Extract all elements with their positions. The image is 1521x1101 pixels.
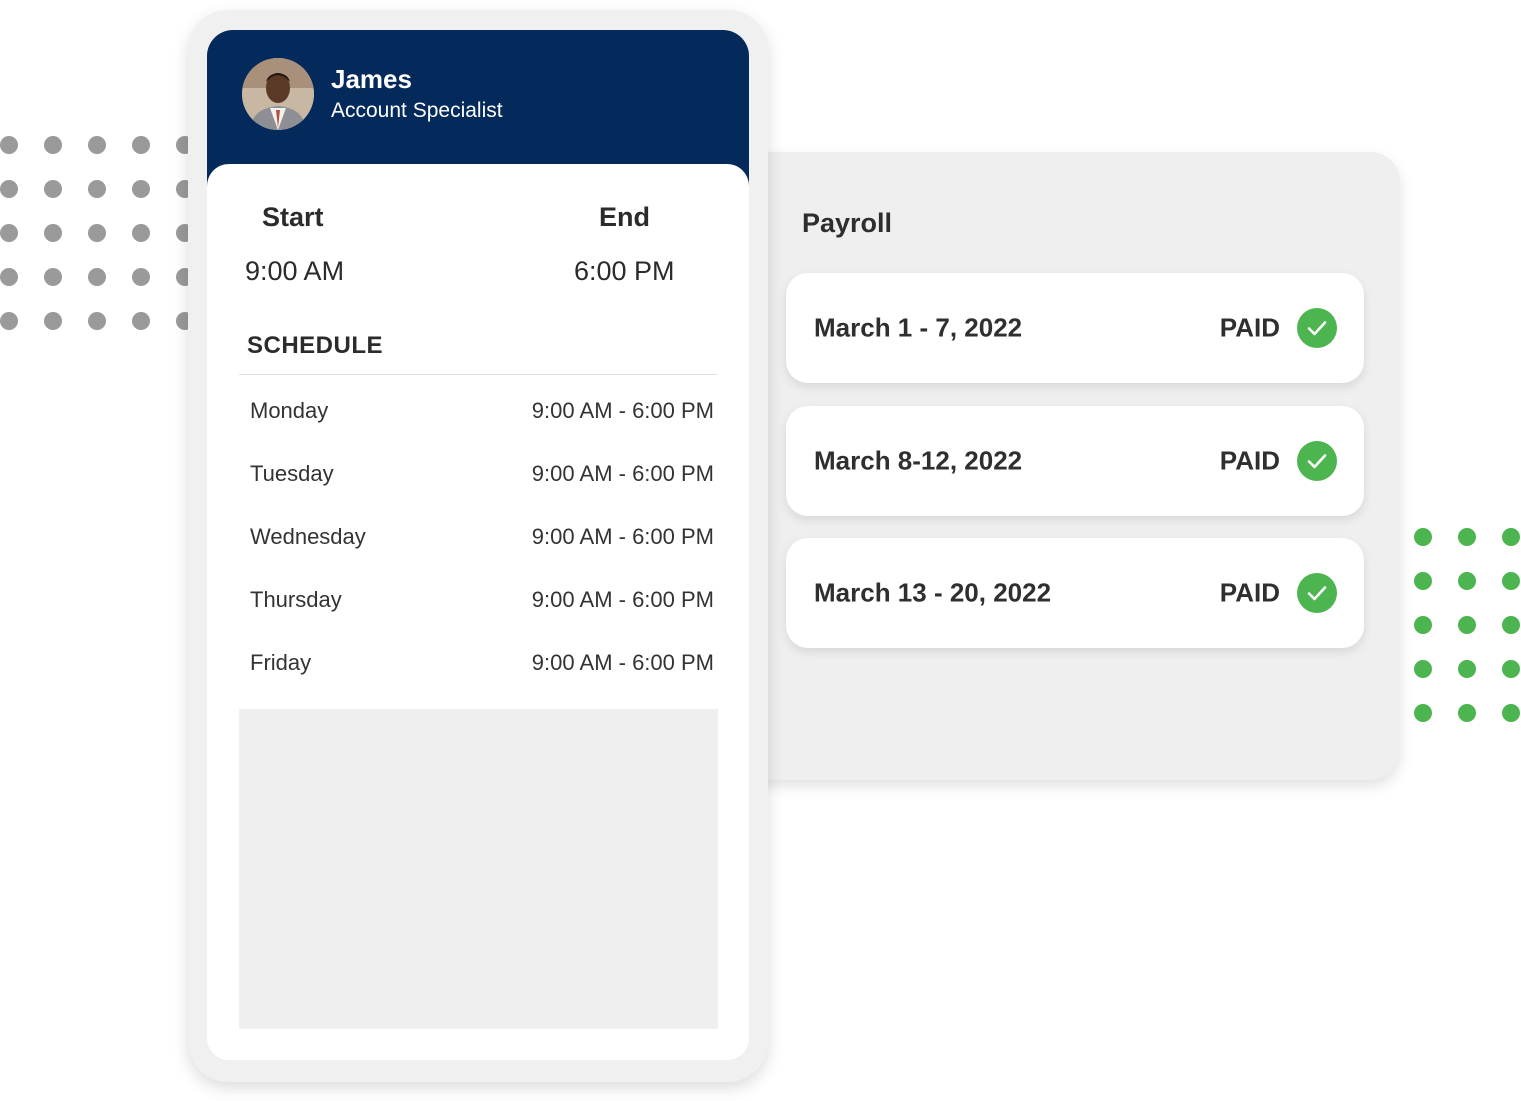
start-label: Start — [262, 202, 324, 232]
decorative-dot — [0, 224, 18, 242]
schedule-hours: 9:00 AM - 6:00 PM — [531, 650, 714, 675]
avatar — [242, 58, 314, 130]
schedule-row: Thursday 9:00 AM - 6:00 PM — [250, 587, 714, 617]
decorative-dot — [0, 312, 18, 330]
payroll-title: Payroll — [802, 208, 893, 238]
decorative-dot — [88, 136, 106, 154]
decorative-dot — [1502, 616, 1520, 634]
decorative-dot — [132, 268, 150, 286]
decorative-dot — [1458, 660, 1476, 678]
schedule-row: Monday 9:00 AM - 6:00 PM — [250, 398, 714, 428]
decorative-dot — [1502, 528, 1520, 546]
decorative-dot — [88, 268, 106, 286]
schedule-day: Wednesday — [250, 524, 366, 549]
payroll-entry-card[interactable]: March 8-12, 2022 PAID — [786, 406, 1364, 516]
decorative-dot — [0, 180, 18, 198]
payroll-period: March 1 - 7, 2022 — [814, 312, 1023, 343]
payroll-entry-card[interactable]: March 1 - 7, 2022 PAID — [786, 273, 1364, 383]
schedule-hours: 9:00 AM - 6:00 PM — [531, 587, 714, 612]
schedule-heading: SCHEDULE — [247, 332, 384, 359]
decorative-dot — [1458, 616, 1476, 634]
decorative-dot — [44, 268, 62, 286]
schedule-hours: 9:00 AM - 6:00 PM — [531, 461, 714, 486]
payroll-status: PAID — [1219, 445, 1280, 476]
decorative-dot — [44, 224, 62, 242]
employee-role: Account Specialist — [331, 99, 503, 122]
decorative-dot — [1502, 704, 1520, 722]
schedule-row: Wednesday 9:00 AM - 6:00 PM — [250, 524, 714, 554]
schedule-day: Thursday — [250, 587, 342, 612]
decorative-dot — [1502, 660, 1520, 678]
employee-name: James — [331, 64, 412, 94]
phone-screen: Start End 9:00 AM 6:00 PM SCHEDULE Monda… — [207, 164, 749, 1060]
decorative-dot — [1414, 528, 1432, 546]
schedule-divider — [239, 374, 717, 375]
decorative-dot — [1458, 572, 1476, 590]
payroll-panel: Payroll March 1 - 7, 2022 PAID March 8-1… — [740, 152, 1400, 780]
check-circle-icon — [1297, 573, 1337, 613]
check-circle-icon — [1297, 308, 1337, 348]
schedule-day: Monday — [250, 398, 329, 423]
payroll-period: March 8-12, 2022 — [814, 445, 1023, 476]
decorative-dot — [44, 312, 62, 330]
end-time: 6:00 PM — [574, 256, 675, 286]
payroll-entry-card[interactable]: March 13 - 20, 2022 PAID — [786, 538, 1364, 648]
decorative-dot — [44, 136, 62, 154]
decorative-dot — [1414, 704, 1432, 722]
decorative-dot — [1458, 704, 1476, 722]
schedule-hours: 9:00 AM - 6:00 PM — [531, 524, 714, 549]
phone-frame: James Account Specialist Start End 9:00 … — [188, 10, 768, 1082]
schedule-day: Friday — [250, 650, 312, 675]
start-time: 9:00 AM — [245, 256, 345, 286]
decorative-dot — [88, 312, 106, 330]
end-label: End — [599, 202, 650, 232]
decorative-dot — [1502, 572, 1520, 590]
decorative-dot — [0, 268, 18, 286]
schedule-day: Tuesday — [250, 461, 334, 486]
decorative-dot — [132, 180, 150, 198]
schedule-hours: 9:00 AM - 6:00 PM — [531, 398, 714, 423]
content-placeholder — [239, 709, 718, 1029]
payroll-status: PAID — [1219, 312, 1280, 343]
decorative-dot — [1458, 528, 1476, 546]
decorative-dot — [0, 136, 18, 154]
payroll-period: March 13 - 20, 2022 — [814, 577, 1052, 608]
decorative-dot — [132, 224, 150, 242]
decorative-dot — [1414, 572, 1432, 590]
decorative-dot — [132, 136, 150, 154]
decorative-dot — [88, 224, 106, 242]
decorative-dot-grid-green — [1414, 528, 1520, 722]
decorative-dot — [44, 180, 62, 198]
decorative-dot — [132, 312, 150, 330]
payroll-status: PAID — [1219, 577, 1280, 608]
decorative-dot-grid-gray — [0, 136, 194, 330]
decorative-dot — [1414, 660, 1432, 678]
decorative-dot — [88, 180, 106, 198]
decorative-dot — [1414, 616, 1432, 634]
schedule-row: Tuesday 9:00 AM - 6:00 PM — [250, 461, 714, 491]
schedule-row: Friday 9:00 AM - 6:00 PM — [250, 650, 714, 680]
check-circle-icon — [1297, 441, 1337, 481]
